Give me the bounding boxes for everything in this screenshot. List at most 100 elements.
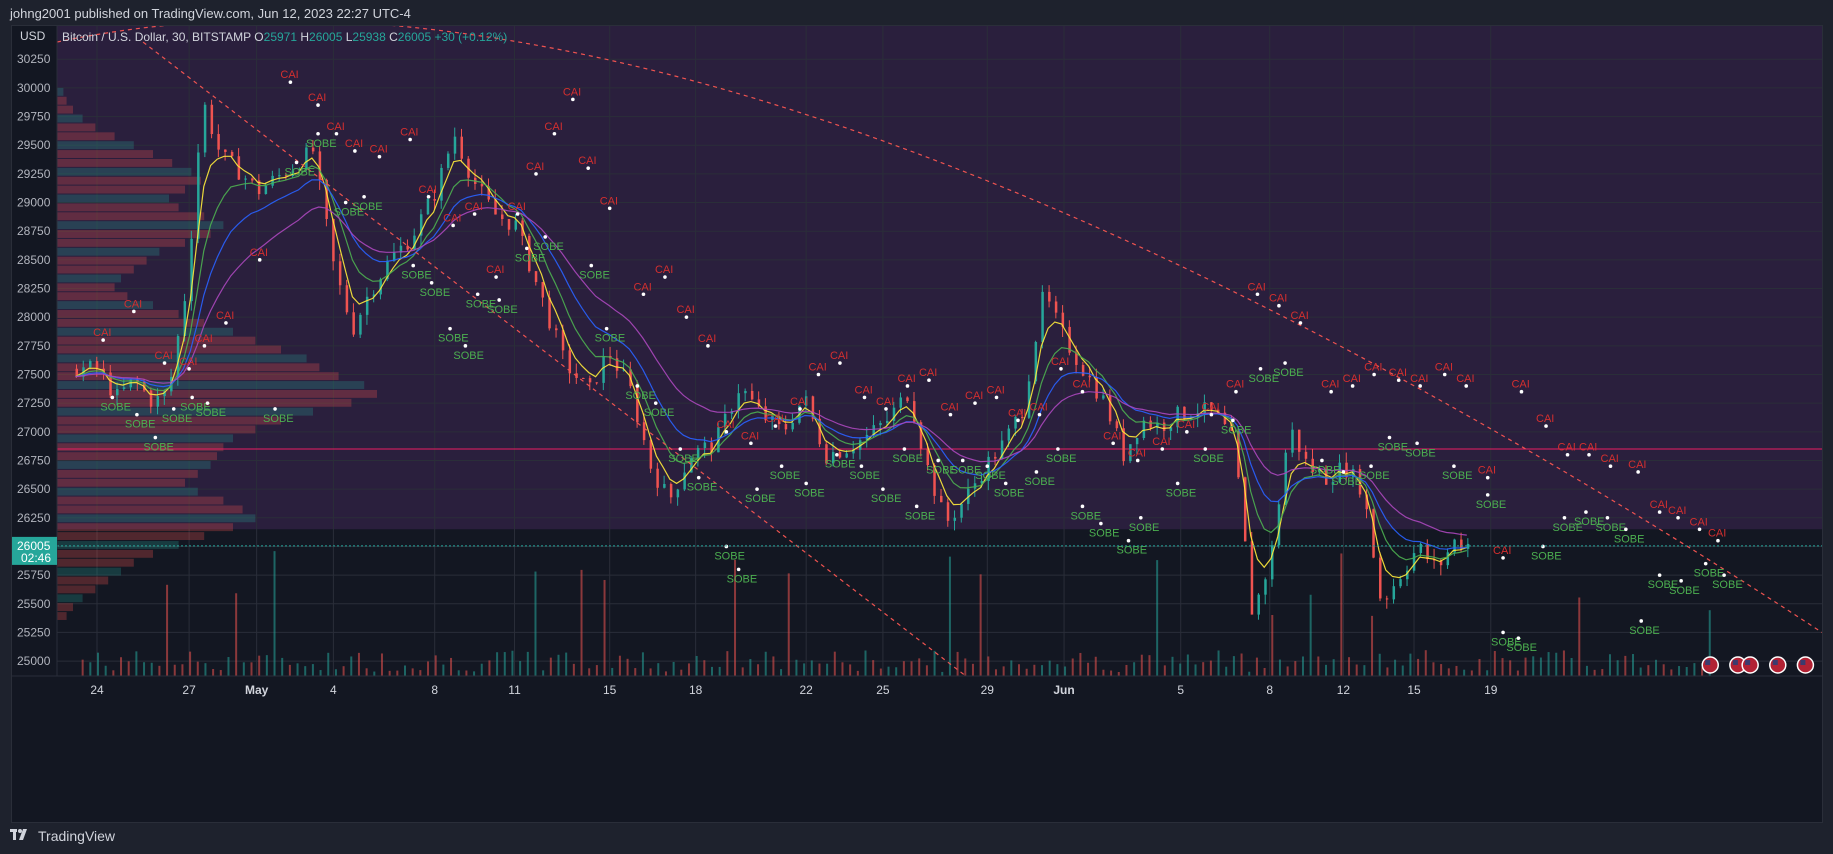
candle-body: [1088, 375, 1092, 378]
signal-dot: [881, 487, 885, 491]
volume-bar: [311, 664, 314, 676]
candle-body: [744, 390, 747, 394]
footer-brand[interactable]: TradingView: [10, 828, 115, 844]
volume-bar: [204, 663, 207, 676]
signal-dot: [1584, 510, 1588, 514]
price-chart[interactable]: SOBE SOBE SOBE SOBE SOBE SOBE SOBE SOBE SOBE SOBE…: [12, 26, 1822, 822]
signal-dot: [1387, 435, 1392, 440]
volume-bar: [196, 661, 199, 676]
signal-dot: [724, 544, 729, 549]
volume-bar: [526, 651, 529, 676]
x-tick-label: 19: [1484, 683, 1498, 697]
cai-label: CAI: [1579, 442, 1597, 454]
chart-panel[interactable]: SOBE SOBE SOBE SOBE SOBE SOBE SOBE SOBE SOBE SOBE…: [11, 25, 1823, 823]
candle-body: [669, 483, 673, 498]
volume-bar: [1417, 658, 1420, 676]
sobe-label: SOBE: [668, 453, 699, 465]
sobe-label: SOBE: [994, 487, 1025, 499]
volume-bar: [503, 652, 506, 676]
sobe-label: SOBE: [595, 333, 626, 345]
y-tick-label: 25750: [17, 568, 51, 582]
volume-profile-row: [57, 452, 217, 461]
signal-dot: [936, 458, 940, 463]
volume-bar: [1171, 656, 1174, 676]
volume-bar: [1294, 661, 1297, 676]
signal-dot: [171, 407, 176, 411]
volume-bar: [1286, 666, 1289, 676]
sobe-label: SOBE: [825, 459, 856, 471]
signal-dot: [205, 401, 210, 405]
cai-label: CAI: [563, 86, 581, 98]
sobe-label: SOBE: [1531, 550, 1562, 562]
signal-dot: [110, 395, 115, 400]
candle-body: [1257, 594, 1260, 615]
volume-bar: [1432, 662, 1435, 676]
volume-bar: [281, 657, 284, 676]
candle-body: [845, 453, 848, 458]
sobe-label: SOBE: [625, 390, 656, 402]
sobe-label: SOBE: [1476, 499, 1507, 511]
cai-label: CAI: [655, 264, 673, 276]
volume-bar: [641, 652, 644, 676]
sobe-label: SOBE: [1442, 470, 1473, 482]
sobe-label: SOBE: [1614, 533, 1645, 545]
volume-bar: [1670, 669, 1673, 676]
sobe-label: SOBE: [1221, 424, 1252, 436]
volume-bar: [1202, 662, 1205, 676]
volume-bar: [1179, 663, 1182, 676]
volume-bar: [925, 665, 928, 676]
volume-bar: [1148, 655, 1151, 676]
cai-label: CAI: [179, 356, 197, 368]
candle-body: [879, 423, 882, 426]
volume-profile-row: [57, 256, 147, 265]
candle-body: [838, 452, 842, 458]
cai-label: CAI: [544, 121, 562, 133]
candle-body: [501, 214, 504, 220]
candle-body: [116, 388, 119, 396]
sobe-label: SOBE: [579, 270, 610, 282]
volume-bar: [1440, 664, 1443, 676]
candle-body: [122, 387, 126, 389]
y-tick-label: 28500: [17, 253, 51, 267]
volume-bar: [1002, 666, 1005, 676]
candle-body: [1392, 586, 1396, 600]
volume-bar: [1071, 658, 1074, 676]
sobe-label: SOBE: [1377, 442, 1408, 454]
volume-bar: [634, 668, 637, 676]
volume-profile-row: [57, 612, 67, 620]
volume-bar: [1348, 657, 1351, 676]
volume-profile-row: [57, 549, 153, 558]
volume-bar: [450, 657, 453, 676]
signal-dot: [779, 464, 784, 469]
volume-bar: [388, 670, 391, 676]
volume-bar: [1240, 653, 1243, 676]
volume-bar: [1133, 662, 1136, 676]
sobe-label: SOBE: [143, 442, 174, 454]
candle-body: [1291, 429, 1294, 453]
volume-profile-row: [57, 585, 96, 594]
cai-label: CAI: [633, 281, 651, 293]
cai-label: CAI: [1493, 545, 1511, 557]
signal-dot: [475, 292, 480, 297]
candle-body: [534, 271, 538, 283]
volume-bar: [557, 654, 560, 676]
volume-profile-row: [57, 594, 83, 603]
cai-label: CAI: [1051, 356, 1069, 368]
volume-bar: [1470, 670, 1473, 676]
cai-label: CAI: [280, 69, 298, 81]
volume-bar: [496, 652, 499, 676]
us-flag-event-icon-canton: [1745, 660, 1751, 665]
signal-dot: [1099, 521, 1103, 526]
volume-profile-row: [57, 212, 205, 221]
cai-label: CAI: [1343, 373, 1361, 385]
volume-bar: [987, 656, 990, 676]
volume-bar: [588, 668, 591, 676]
signal-dot: [1501, 630, 1505, 635]
candle-body: [1372, 509, 1375, 558]
cai-label: CAI: [1290, 310, 1308, 322]
volume-bar: [572, 663, 575, 676]
sobe-label: SOBE: [420, 287, 451, 299]
candle-body: [946, 502, 950, 521]
volume-bar: [680, 669, 683, 676]
candle-body: [541, 282, 545, 298]
